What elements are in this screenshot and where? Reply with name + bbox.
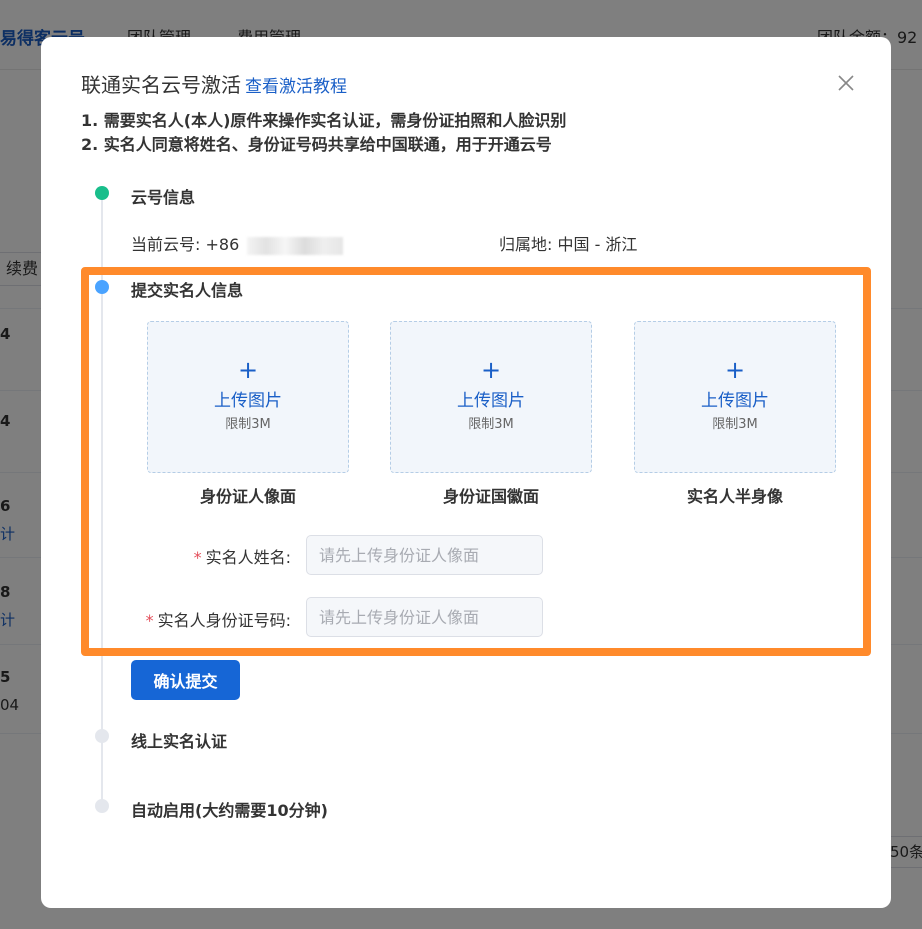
step-dot-pending bbox=[95, 729, 109, 743]
id-number-input[interactable] bbox=[306, 597, 543, 637]
activation-dialog: 联通实名云号激活 查看激活教程 1. 需要实名人(本人)原件来操作实名认证，需身份… bbox=[41, 37, 891, 908]
upload-caption: 身份证人像面 bbox=[199, 487, 296, 506]
notes: 1. 需要实名人(本人)原件来操作实名认证，需身份证拍照和人脸识别 2. 实名人… bbox=[81, 109, 566, 157]
current-number: 当前云号: +86 bbox=[131, 231, 344, 255]
step-dot-done bbox=[95, 186, 109, 200]
plus-icon: + bbox=[237, 356, 259, 384]
step-title-submit-info: 提交实名人信息 bbox=[131, 281, 244, 300]
step-title-auto-enable: 自动启用(大约需要10分钟) bbox=[131, 801, 328, 820]
current-number-value: +86 bbox=[205, 235, 240, 254]
submit-button[interactable]: 确认提交 bbox=[131, 660, 240, 700]
upload-limit: 限制3M bbox=[712, 417, 758, 432]
upload-limit: 限制3M bbox=[468, 417, 514, 432]
tutorial-link[interactable]: 查看激活教程 bbox=[245, 77, 347, 97]
number-location: 归属地: 中国 - 浙江 bbox=[499, 235, 638, 254]
note-item: 1. 需要实名人(本人)原件来操作实名认证，需身份证拍照和人脸识别 bbox=[81, 111, 567, 130]
upload-half-body[interactable]: + 上传图片 限制3M bbox=[634, 321, 836, 473]
name-input[interactable] bbox=[306, 535, 543, 575]
plus-icon: + bbox=[724, 356, 746, 384]
upload-caption: 身份证国徽面 bbox=[442, 487, 539, 506]
upload-id-front[interactable]: + 上传图片 限制3M bbox=[147, 321, 349, 473]
current-number-label: 当前云号: bbox=[131, 235, 201, 254]
note-item: 2. 实名人同意将姓名、身份证号码共享给中国联通，用于开通云号 bbox=[81, 135, 552, 154]
id-number-label: * 实名人身份证号码: bbox=[41, 607, 291, 631]
name-label: * 实名人姓名: bbox=[41, 544, 291, 568]
dialog-title: 联通实名云号激活 查看激活教程 bbox=[81, 69, 347, 98]
upload-label: 上传图片 bbox=[457, 391, 525, 411]
name-label-text: 实名人姓名: bbox=[205, 548, 291, 567]
dialog-title-text: 联通实名云号激活 bbox=[81, 73, 241, 97]
close-icon[interactable] bbox=[836, 73, 856, 93]
plus-icon: + bbox=[480, 356, 502, 384]
upload-caption: 实名人半身像 bbox=[686, 487, 783, 506]
step-dot-active bbox=[95, 280, 109, 294]
id-number-label-text: 实名人身份证号码: bbox=[157, 611, 291, 630]
upload-label: 上传图片 bbox=[214, 391, 282, 411]
masked-number bbox=[247, 236, 344, 255]
upload-label: 上传图片 bbox=[701, 391, 769, 411]
upload-limit: 限制3M bbox=[225, 417, 271, 432]
step-title-number-info: 云号信息 bbox=[131, 188, 196, 207]
required-mark: * bbox=[193, 548, 202, 567]
required-mark: * bbox=[145, 611, 154, 630]
step-title-online-verification: 线上实名认证 bbox=[131, 732, 228, 751]
upload-id-back[interactable]: + 上传图片 限制3M bbox=[390, 321, 592, 473]
step-dot-pending bbox=[95, 799, 109, 813]
